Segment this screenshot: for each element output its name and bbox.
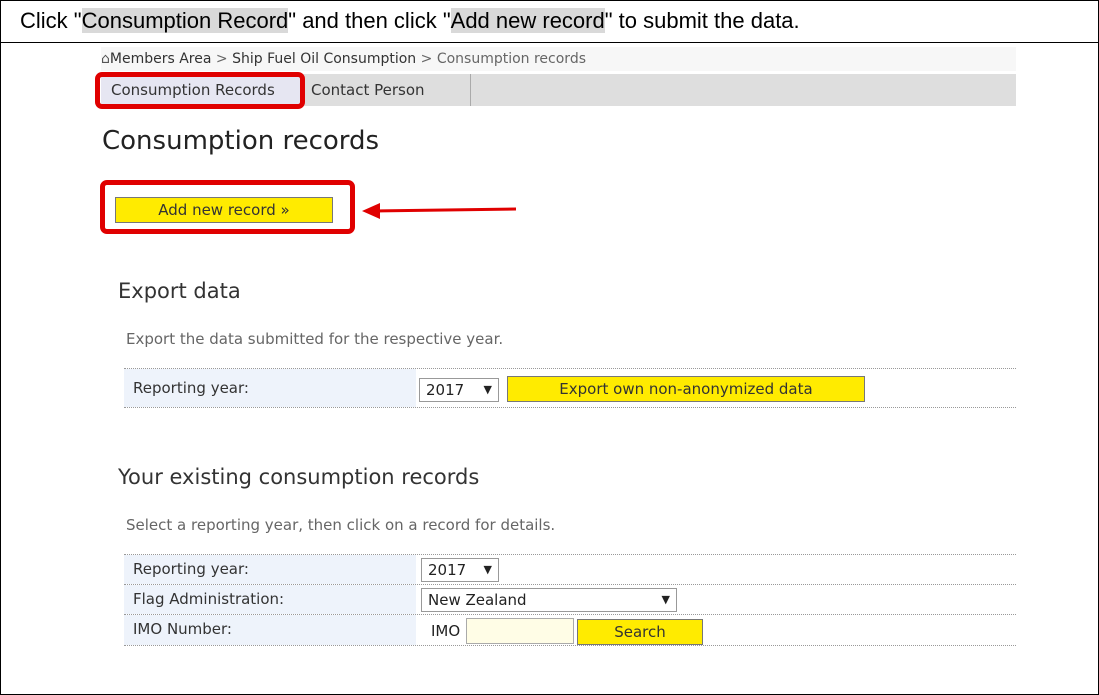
flag-administration-row: Flag Administration: New Zealand ▼ [124,584,1016,614]
records-year-row: Reporting year: 2017 ▼ [124,554,1016,584]
export-year-row: Reporting year: 2017 ▼ Export own non-ano… [124,368,1016,408]
chevron-down-icon: ▼ [661,593,670,606]
chevron-down-icon: ▼ [483,383,492,396]
imo-prefix-label: IMO [431,622,461,640]
export-year-value: 2017 [426,381,465,399]
export-year-select[interactable]: 2017 ▼ [419,378,499,402]
records-year-label: Reporting year: [124,555,416,584]
existing-records-description: Select a reporting year, then click on a… [126,516,556,534]
imo-number-input[interactable] [466,618,574,644]
export-data-heading: Export data [118,279,241,303]
imo-number-label: IMO Number: [124,615,416,645]
export-data-button[interactable]: Export own non-anonymized data [507,376,865,402]
flag-administration-select[interactable]: New Zealand ▼ [421,588,677,612]
chevron-down-icon: ▼ [483,563,492,576]
search-button[interactable]: Search [577,619,703,645]
imo-number-row: IMO Number: IMO Search [124,614,1016,646]
export-data-description: Export the data submitted for the respec… [126,330,504,348]
export-year-label: Reporting year: [124,369,416,407]
records-year-select[interactable]: 2017 ▼ [421,558,499,582]
flag-administration-label: Flag Administration: [124,585,416,614]
existing-records-heading: Your existing consumption records [118,465,480,489]
flag-administration-value: New Zealand [428,591,527,609]
records-year-value: 2017 [428,561,467,579]
